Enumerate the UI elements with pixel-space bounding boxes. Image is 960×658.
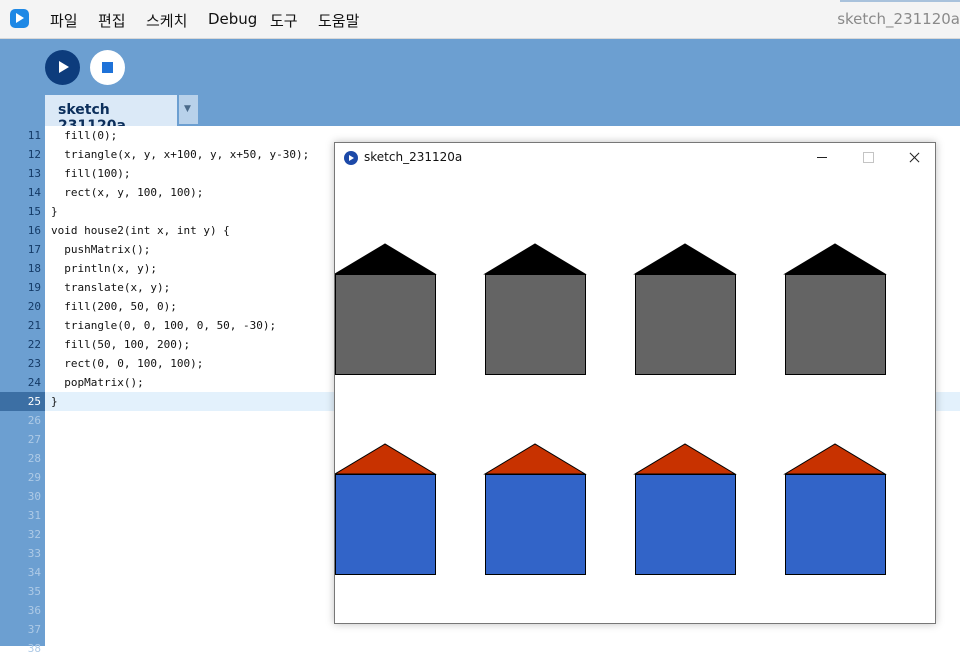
menu-help[interactable]: 도움말 [318, 10, 359, 31]
sketch-output-window[interactable]: sketch_231120a [334, 142, 936, 624]
line-number: 37 [27, 623, 41, 636]
menu-file[interactable]: 파일 [50, 10, 78, 31]
line-number: 31 [27, 509, 41, 522]
line-number: 34 [27, 566, 41, 579]
tab-menu-button[interactable]: ▼ [179, 95, 198, 124]
line-number: 11 [27, 129, 41, 142]
toolbar: sketch 231120a ▼ [0, 39, 960, 134]
minimize-button[interactable] [799, 143, 845, 173]
line-number: 36 [27, 604, 41, 617]
code-line: void house2(int x, int y) { [51, 224, 230, 237]
line-number: 16 [27, 224, 41, 237]
sketch-window-titlebar[interactable]: sketch_231120a [335, 143, 935, 173]
chevron-down-icon: ▼ [184, 104, 191, 114]
line-number: 35 [27, 585, 41, 598]
menu-sketch[interactable]: 스케치 [146, 10, 187, 31]
line-number: 13 [27, 167, 41, 180]
code-line: } [51, 395, 58, 408]
line-number: 21 [27, 319, 41, 332]
stop-icon [102, 62, 113, 73]
line-number: 38 [27, 642, 41, 655]
line-number-gutter: 11 12 13 14 15 16 17 18 19 20 21 22 23 24 25 26 27 28 29 30… [0, 126, 45, 655]
line-number: 27 [27, 433, 41, 446]
line-number: 28 [27, 452, 41, 465]
house-body [635, 474, 736, 575]
line-number: 15 [27, 205, 41, 218]
code-line: rect(x, y, 100, 100); [51, 186, 204, 199]
code-line: fill(50, 100, 200); [51, 338, 191, 351]
house-body [335, 474, 436, 575]
house-body [485, 274, 586, 375]
line-number: 19 [27, 281, 41, 294]
code-line: triangle(x, y, x+100, y, x+50, y-30); [51, 148, 310, 161]
line-number: 20 [27, 300, 41, 313]
menu-tools[interactable]: 도구 [270, 10, 298, 31]
house-body [785, 274, 886, 375]
code-line: rect(0, 0, 100, 100); [51, 357, 204, 370]
line-number: 33 [27, 547, 41, 560]
code-line: translate(x, y); [51, 281, 171, 294]
run-button[interactable] [45, 50, 80, 85]
house-body [785, 474, 886, 575]
line-number: 26 [27, 414, 41, 427]
line-number: 32 [27, 528, 41, 541]
menu-edit[interactable]: 편집 [98, 10, 126, 31]
window-title: sketch_231120a [837, 10, 960, 28]
line-number: 30 [27, 490, 41, 503]
sketch-canvas[interactable] [335, 173, 935, 623]
play-icon [59, 61, 69, 73]
stop-button[interactable] [90, 50, 125, 85]
processing-app-icon [344, 151, 358, 165]
code-line: } [51, 205, 58, 218]
code-line: fill(200, 50, 0); [51, 300, 177, 313]
line-number: 18 [27, 262, 41, 275]
line-number: 12 [27, 148, 41, 161]
menu-bar: 파일 편집 스케치 Debug 도구 도움말 sketch_231120a [0, 0, 960, 39]
line-number: 23 [27, 357, 41, 370]
code-line: popMatrix(); [51, 376, 144, 389]
title-accent-line [840, 0, 960, 2]
close-button[interactable] [891, 143, 937, 173]
line-number: 22 [27, 338, 41, 351]
sketch-window-title: sketch_231120a [364, 150, 463, 164]
code-line: fill(0); [51, 129, 118, 142]
code-line: triangle(0, 0, 100, 0, 50, -30); [51, 319, 277, 332]
maximize-button[interactable] [845, 143, 891, 173]
line-number: 14 [27, 186, 41, 199]
house-body [335, 274, 436, 375]
line-number: 24 [27, 376, 41, 389]
line-number: 17 [27, 243, 41, 256]
code-line: fill(100); [51, 167, 131, 180]
house-body [485, 474, 586, 575]
house-body [635, 274, 736, 375]
menu-debug[interactable]: Debug [208, 10, 257, 28]
processing-logo-icon [10, 9, 29, 28]
code-line: println(x, y); [51, 262, 157, 275]
line-number: 25 [27, 395, 41, 408]
line-number: 29 [27, 471, 41, 484]
code-line: pushMatrix(); [51, 243, 151, 256]
tab-sketch[interactable]: sketch 231120a [45, 95, 177, 134]
